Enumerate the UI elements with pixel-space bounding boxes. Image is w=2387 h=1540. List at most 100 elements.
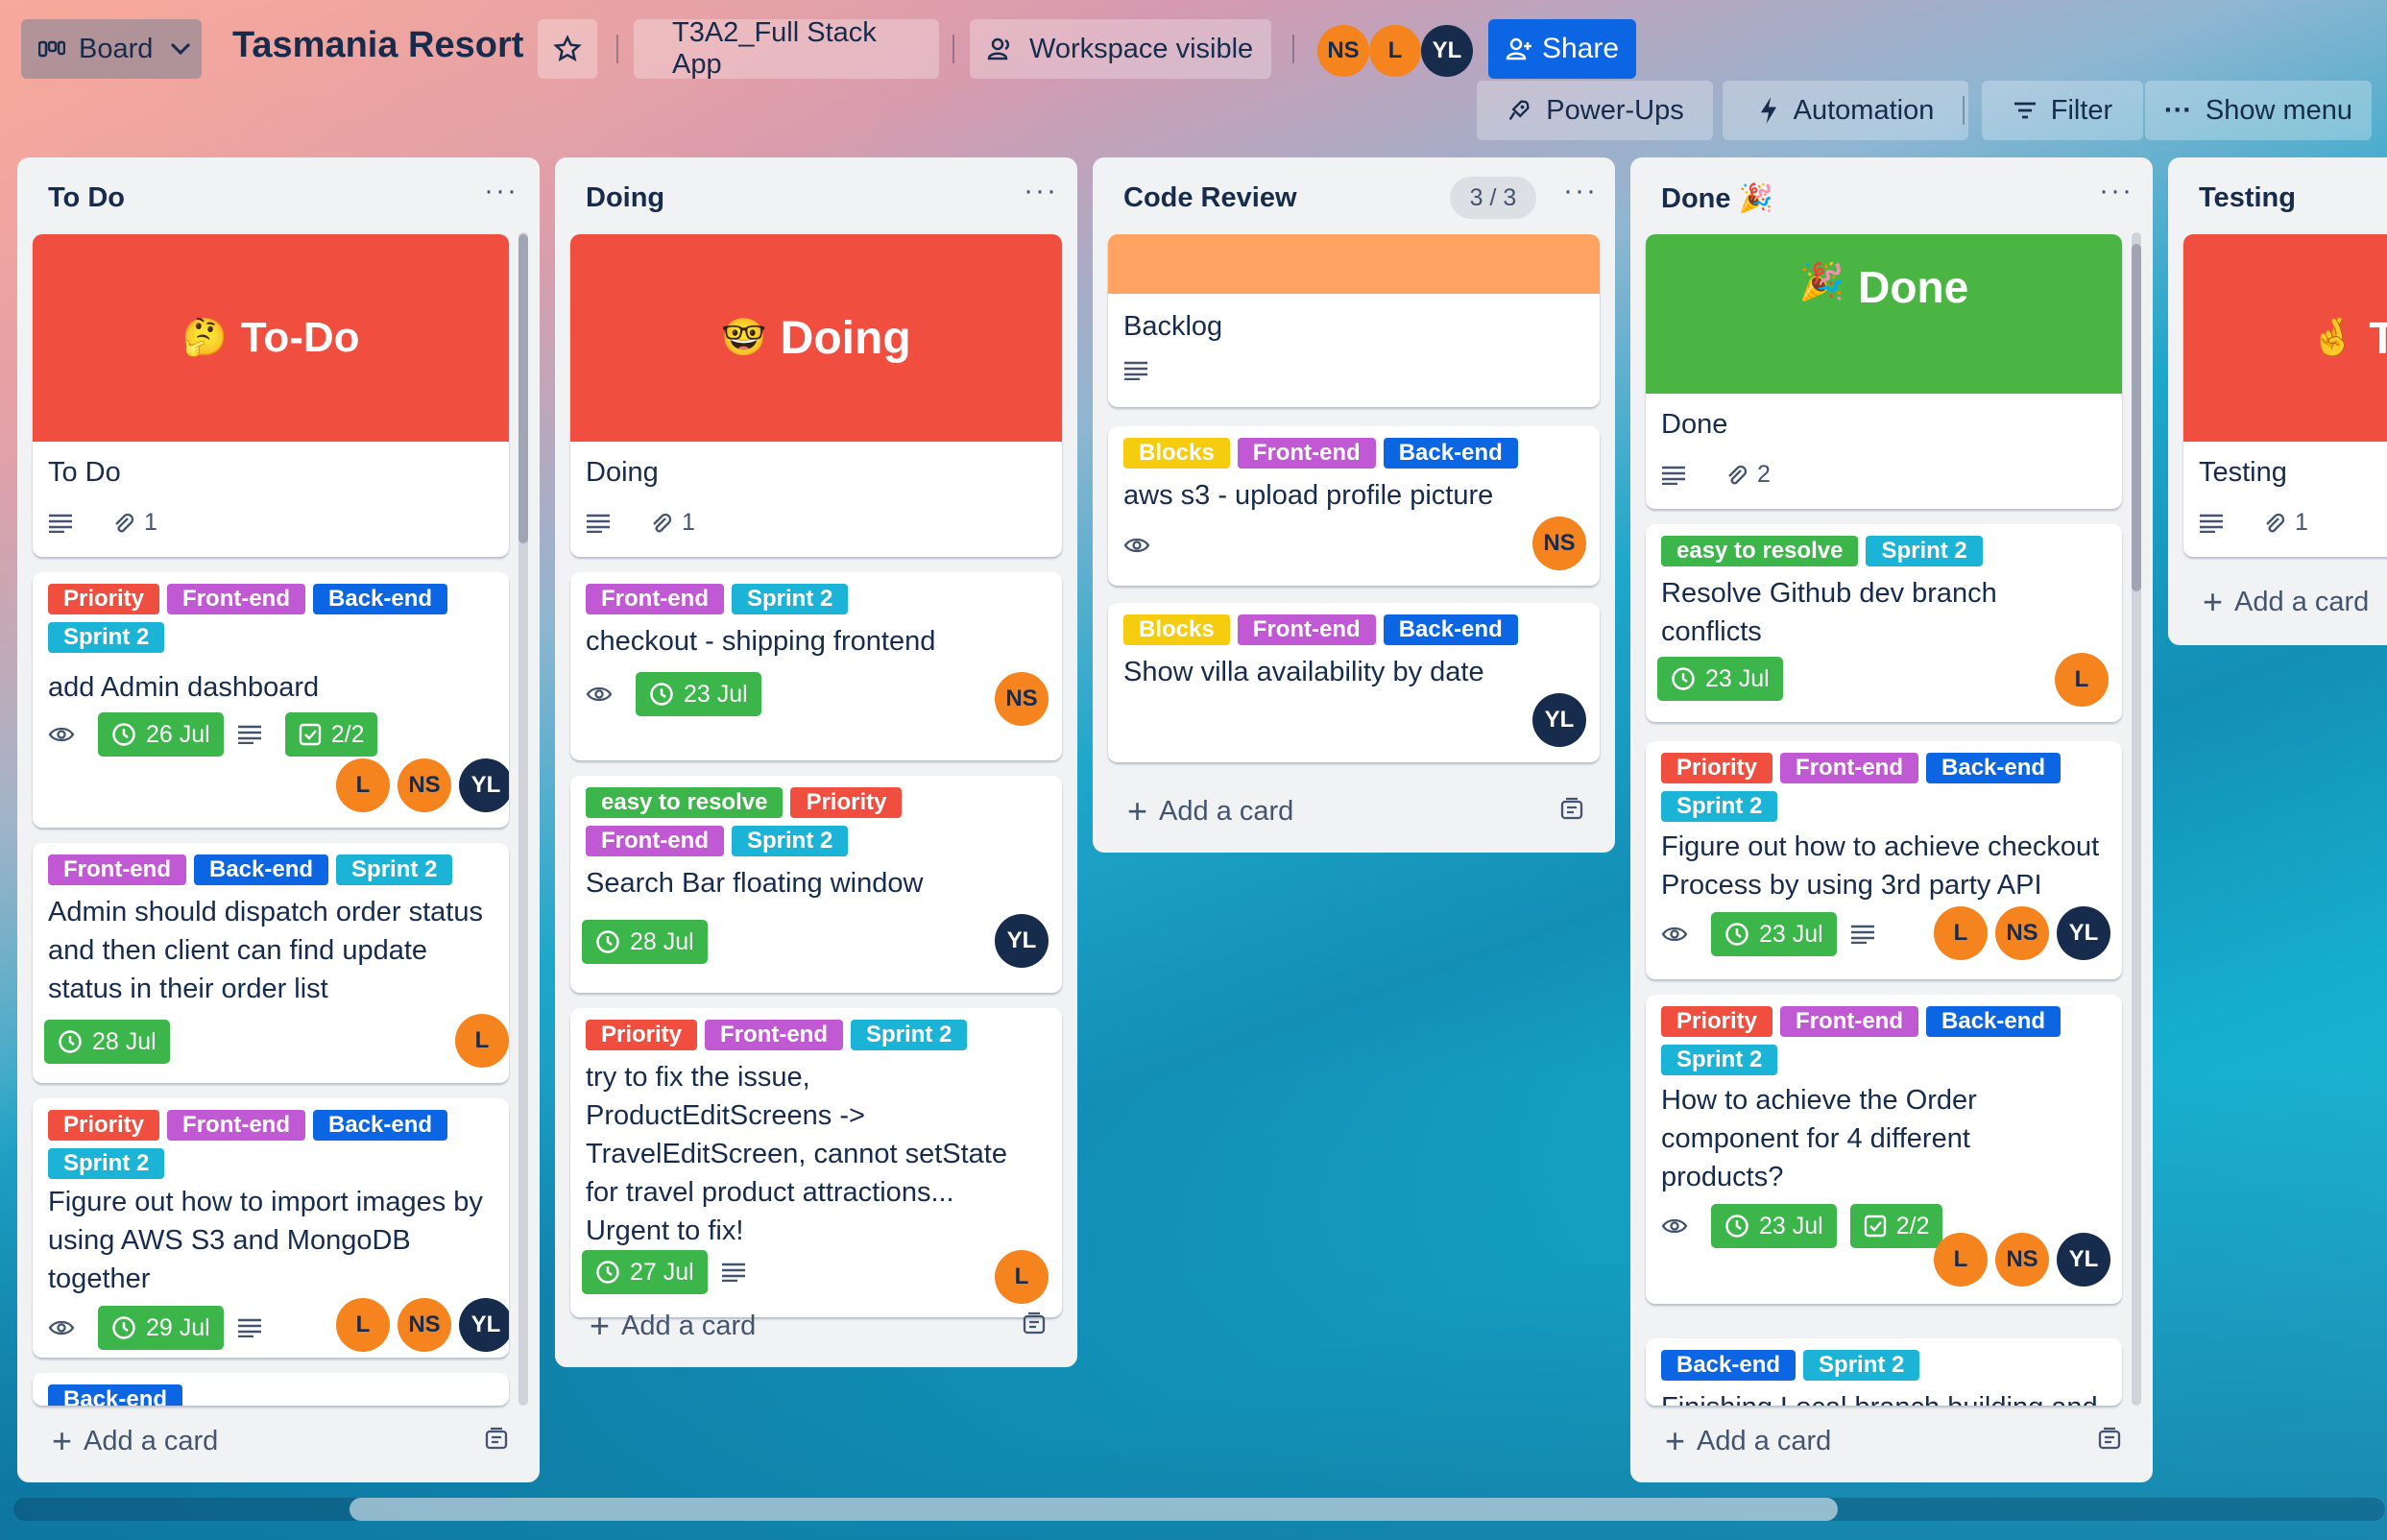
card-template-icon[interactable] <box>2097 1427 2122 1456</box>
label-priority[interactable]: Priority <box>1661 1006 1773 1037</box>
label-back-end[interactable]: Back-end <box>1383 438 1518 469</box>
card[interactable]: Front-end Sprint 2 checkout - shipping f… <box>570 572 1062 760</box>
label-sprint[interactable]: Sprint 2 <box>336 854 453 885</box>
member-avatar[interactable]: L <box>336 758 390 812</box>
member-avatar[interactable]: NS <box>398 1298 451 1352</box>
label-front-end[interactable]: Front-end <box>705 1020 844 1050</box>
filter-button[interactable]: Filter <box>1982 81 2143 140</box>
card[interactable]: 🎉 Done Done 2 <box>1646 234 2122 509</box>
card[interactable]: Priority Front-end Back-end Sprint 2 Fig… <box>1646 741 2122 979</box>
card[interactable]: easy to resolve Priority Front-end Sprin… <box>570 776 1062 993</box>
board-view-switcher[interactable]: Board <box>21 19 202 79</box>
label-front-end[interactable]: Front-end <box>586 584 724 614</box>
card[interactable]: 🤞 Te Testing 1 <box>2183 234 2387 557</box>
card-template-icon[interactable] <box>1022 1311 1047 1341</box>
label-front-end[interactable]: Front-end <box>1780 1006 1919 1037</box>
label-sprint[interactable]: Sprint 2 <box>731 584 849 614</box>
label-sprint[interactable]: Sprint 2 <box>1866 536 1983 566</box>
due-date-badge[interactable]: 23 Jul <box>1711 912 1837 956</box>
card[interactable]: Priority Front-end Sprint 2 try to fix t… <box>570 1008 1062 1317</box>
member-avatar[interactable]: YL <box>2057 906 2110 960</box>
label-back-end[interactable]: Back-end <box>1926 1006 2062 1037</box>
list-menu-icon[interactable]: ··· <box>2099 175 2134 207</box>
label-sprint[interactable]: Sprint 2 <box>48 1148 165 1179</box>
member-avatar[interactable]: YL <box>2057 1233 2110 1287</box>
list-title[interactable]: Code Review <box>1123 182 1297 214</box>
list-menu-icon[interactable]: ··· <box>1563 175 1598 207</box>
label-priority[interactable]: Priority <box>586 1020 698 1050</box>
power-ups-button[interactable]: Power-Ups <box>1477 81 1713 140</box>
member-avatar[interactable]: YL <box>1532 693 1586 747</box>
board-member-avatar[interactable]: NS <box>1317 25 1369 77</box>
due-date-badge[interactable]: 23 Jul <box>1711 1204 1837 1248</box>
label-front-end[interactable]: Front-end <box>1237 614 1376 645</box>
visibility-button[interactable]: Workspace visible <box>970 19 1271 79</box>
due-date-badge[interactable]: 27 Jul <box>582 1250 708 1294</box>
card[interactable]: Front-end Back-end Sprint 2 Admin should… <box>33 843 509 1083</box>
member-avatar[interactable]: YL <box>459 758 509 812</box>
card[interactable]: easy to resolve Sprint 2 Resolve Github … <box>1646 524 2122 722</box>
label-blocks[interactable]: Blocks <box>1123 438 1230 469</box>
member-avatar[interactable]: L <box>1934 906 1988 960</box>
due-date-badge[interactable]: 23 Jul <box>636 672 761 716</box>
card[interactable]: Blocks Front-end Back-end aws s3 - uploa… <box>1108 426 1600 586</box>
card[interactable]: Back-end <box>33 1373 509 1406</box>
checklist-badge[interactable]: 2/2 <box>284 712 378 757</box>
list-title[interactable]: Testing <box>2199 182 2296 214</box>
member-avatar[interactable]: NS <box>398 758 451 812</box>
card[interactable]: Priority Front-end Back-end Sprint 2 add… <box>33 572 509 828</box>
label-front-end[interactable]: Front-end <box>167 584 306 614</box>
label-front-end[interactable]: Front-end <box>1237 438 1376 469</box>
label-back-end[interactable]: Back-end <box>313 1110 448 1141</box>
card[interactable]: 🤓 Doing Doing 1 <box>570 234 1062 557</box>
label-sprint[interactable]: Sprint 2 <box>48 622 165 653</box>
member-avatar[interactable]: L <box>995 1250 1049 1304</box>
member-avatar[interactable]: NS <box>1995 906 2049 960</box>
add-card-button[interactable]: + Add a card <box>2203 582 2369 622</box>
card-template-icon[interactable] <box>1559 797 1584 827</box>
member-avatar[interactable]: L <box>336 1298 390 1352</box>
list-title[interactable]: To Do <box>48 182 125 214</box>
label-front-end[interactable]: Front-end <box>586 826 724 856</box>
workspace-button[interactable]: T3A2_Full Stack App <box>634 17 939 80</box>
member-avatar[interactable]: YL <box>995 914 1049 968</box>
label-sprint[interactable]: Sprint 2 <box>1661 791 1778 822</box>
card-template-icon[interactable] <box>484 1427 509 1456</box>
label-front-end[interactable]: Front-end <box>48 854 186 885</box>
label-easy-to-resolve[interactable]: easy to resolve <box>586 787 784 818</box>
member-avatar[interactable]: NS <box>1532 517 1586 570</box>
label-back-end[interactable]: Back-end <box>193 854 329 885</box>
card[interactable]: Priority Front-end Back-end Sprint 2 Fig… <box>33 1098 509 1358</box>
label-priority[interactable]: Priority <box>1661 753 1773 783</box>
member-avatar[interactable]: L <box>2055 653 2109 707</box>
add-card-button[interactable]: + Add a card <box>1665 1421 1831 1461</box>
board-member-avatar[interactable]: L <box>1369 25 1421 77</box>
board-member-avatar[interactable]: YL <box>1421 25 1473 77</box>
label-sprint[interactable]: Sprint 2 <box>1661 1045 1778 1075</box>
list-scrollbar-thumb[interactable] <box>518 234 528 543</box>
member-avatar[interactable]: L <box>1934 1233 1988 1287</box>
list-title[interactable]: Doing <box>586 182 664 214</box>
show-menu-button[interactable]: ··· Show menu <box>2145 81 2372 140</box>
checklist-badge[interactable]: 2/2 <box>1849 1204 1943 1248</box>
due-date-badge[interactable]: 28 Jul <box>582 920 708 964</box>
label-blocks[interactable]: Blocks <box>1123 614 1230 645</box>
list-menu-icon[interactable]: ··· <box>1024 175 1058 207</box>
label-front-end[interactable]: Front-end <box>1780 753 1919 783</box>
card[interactable]: Blocks Front-end Back-end Show villa ava… <box>1108 603 1600 762</box>
due-date-badge[interactable]: 23 Jul <box>1657 657 1783 701</box>
automation-button[interactable]: Automation <box>1723 81 1968 140</box>
member-avatar[interactable]: YL <box>459 1298 509 1352</box>
label-priority[interactable]: Priority <box>48 1110 160 1141</box>
label-sprint[interactable]: Sprint 2 <box>1803 1350 1920 1381</box>
card[interactable]: Back-end Sprint 2 Finishing Local branch… <box>1646 1338 2122 1406</box>
card[interactable]: 🤔 To-Do To Do 1 <box>33 234 509 557</box>
due-date-badge[interactable]: 28 Jul <box>44 1020 170 1064</box>
card[interactable]: Backlog <box>1108 234 1600 407</box>
list-title[interactable]: Done 🎉 <box>1661 182 1773 215</box>
member-avatar[interactable]: NS <box>1995 1233 2049 1287</box>
label-sprint[interactable]: Sprint 2 <box>731 826 849 856</box>
label-back-end[interactable]: Back-end <box>1383 614 1518 645</box>
member-avatar[interactable]: NS <box>995 672 1049 726</box>
star-button[interactable] <box>538 19 597 79</box>
